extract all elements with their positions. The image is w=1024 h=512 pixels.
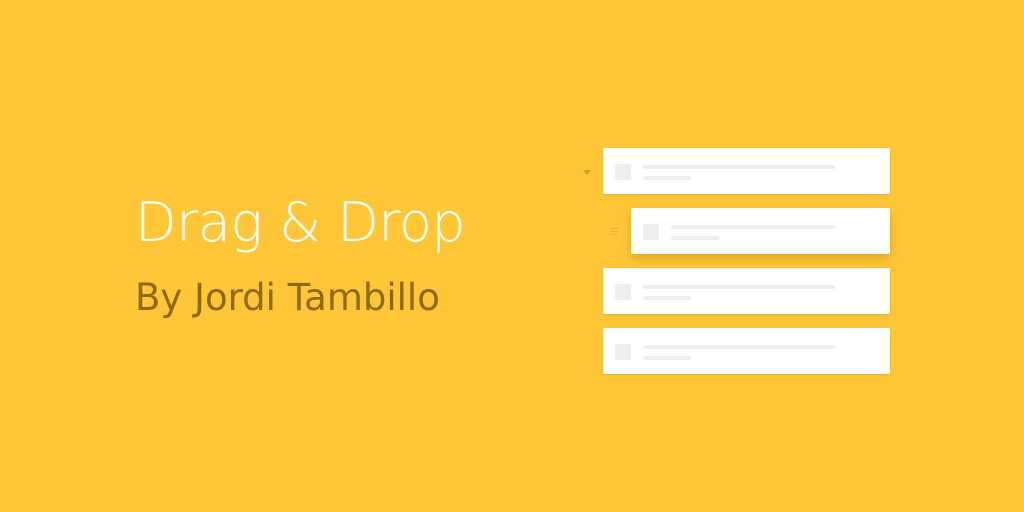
list-card (603, 328, 890, 374)
list-card-dragging (631, 208, 890, 254)
expand-caret-icon (583, 170, 591, 175)
card-line-secondary (643, 296, 691, 300)
card-line-primary (643, 345, 835, 349)
card-line-primary (643, 285, 835, 289)
card-line-secondary (671, 236, 719, 240)
list-card (603, 148, 890, 194)
card-thumbnail (615, 344, 631, 360)
card-thumbnail (615, 284, 631, 300)
card-line-secondary (643, 176, 691, 180)
hero-title: Drag & Drop (135, 191, 466, 254)
card-line-primary (643, 165, 835, 169)
card-thumbnail (643, 224, 659, 240)
card-line-primary (671, 225, 835, 229)
drag-handle-icon (610, 228, 618, 235)
card-thumbnail (615, 164, 631, 180)
list-card (603, 268, 890, 314)
card-line-secondary (643, 356, 691, 360)
hero-subtitle: By Jordi Tambillo (135, 276, 440, 319)
